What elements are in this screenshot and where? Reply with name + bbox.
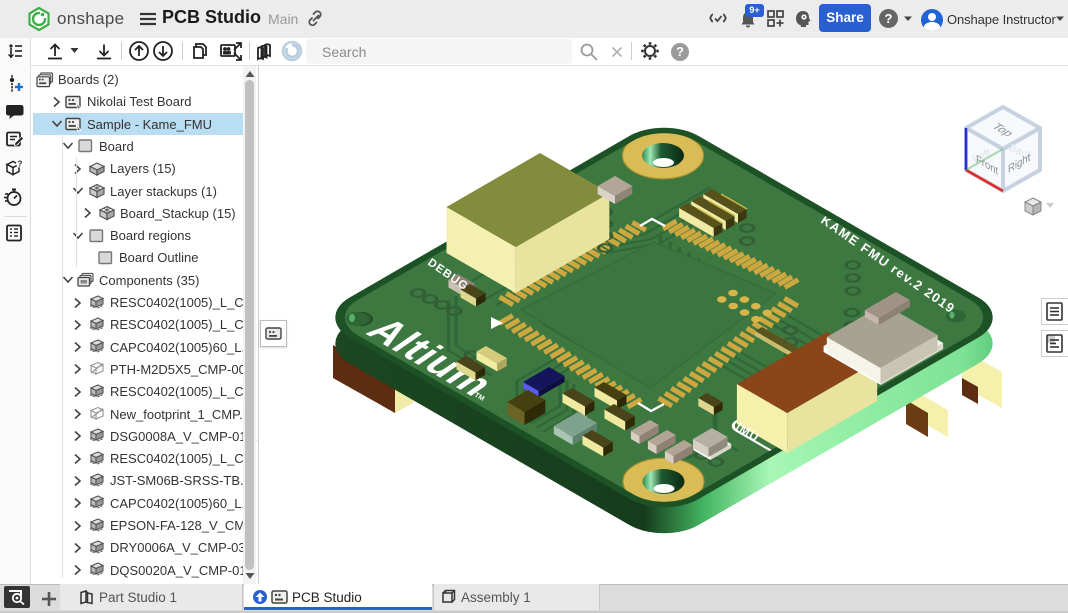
svg-text:?: ? — [18, 160, 23, 169]
